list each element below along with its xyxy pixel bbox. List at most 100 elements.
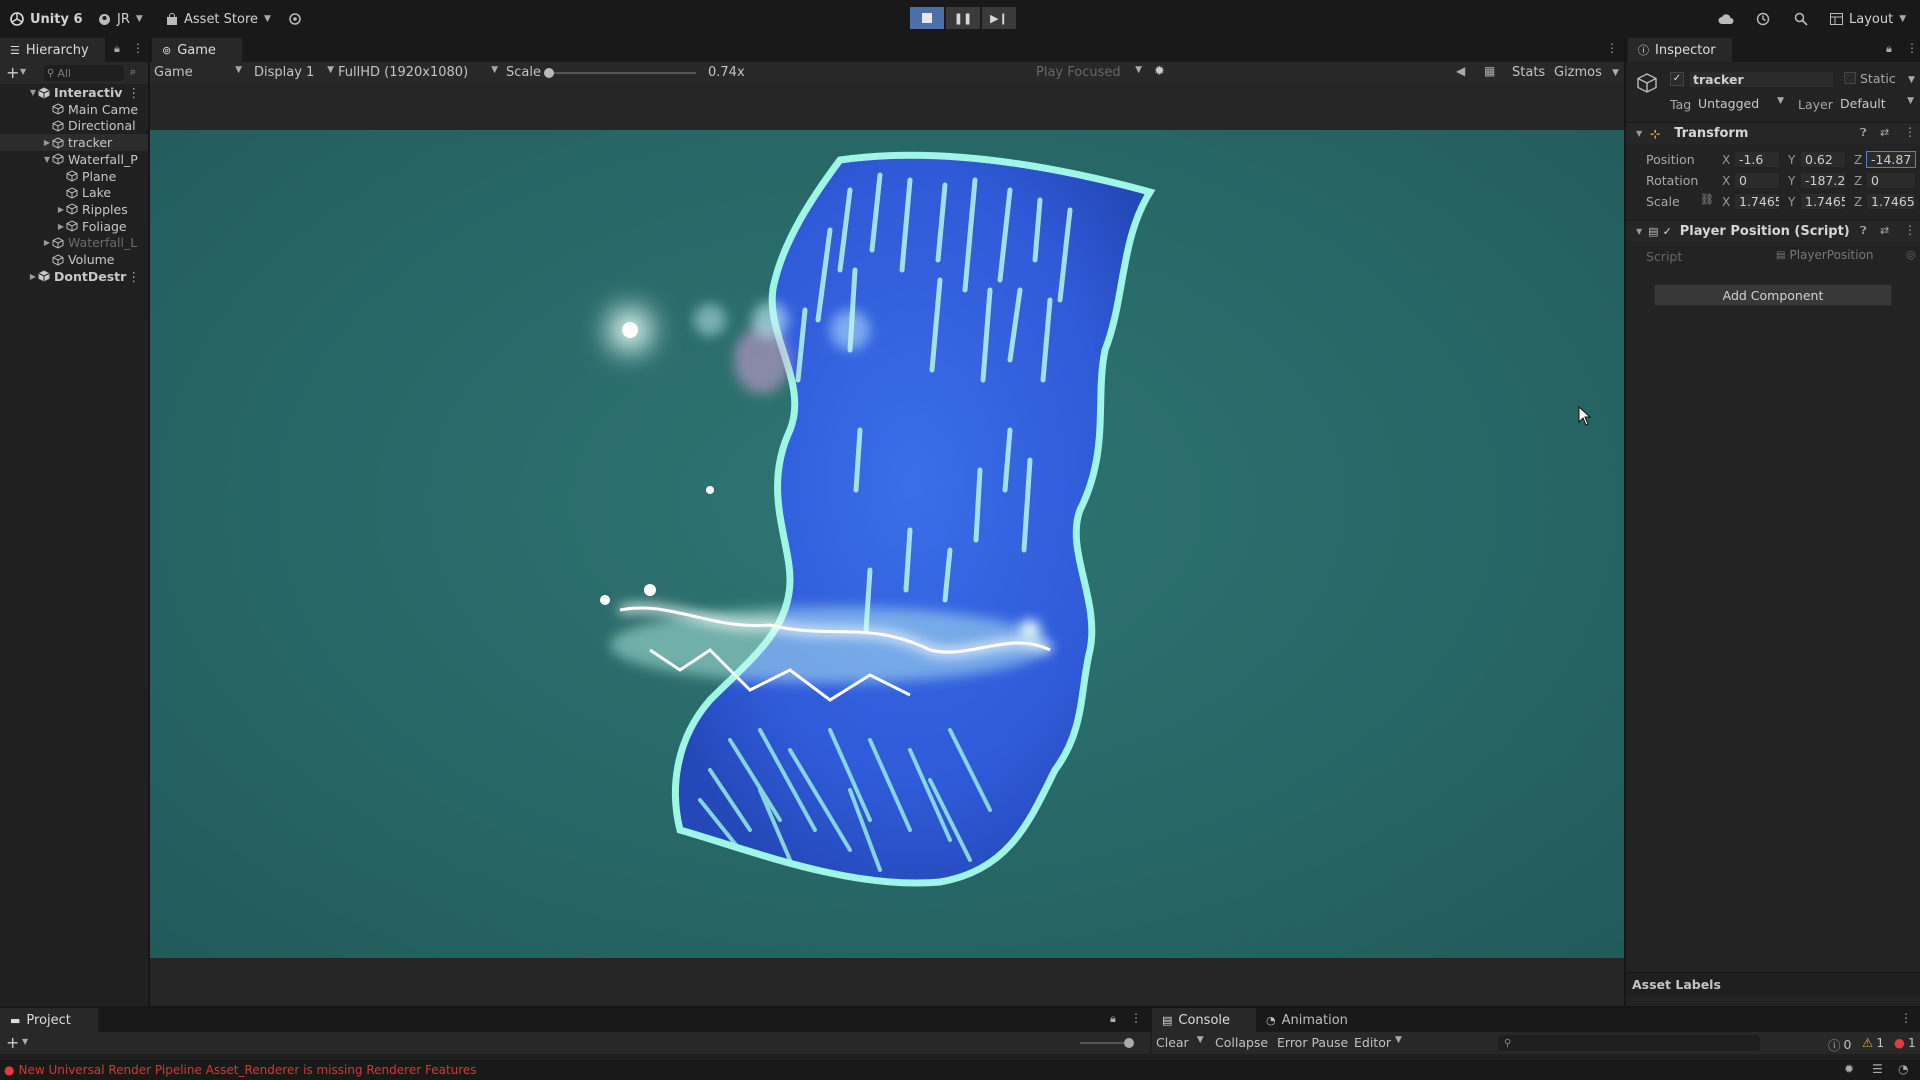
chevron-down-icon[interactable]: ▼ (28, 88, 38, 97)
asset-labels-header[interactable]: Asset Labels (1626, 972, 1920, 996)
hierarchy-item[interactable]: Directional (0, 117, 148, 134)
play-button[interactable] (910, 7, 944, 29)
history-button[interactable] (1756, 9, 1770, 29)
stats-button[interactable]: Stats (1512, 65, 1545, 80)
layout-dropdown[interactable]: Layout ▼ (1830, 9, 1906, 29)
resolution-dropdown[interactable]: FullHD (1920x1080) ▼ (338, 65, 498, 80)
rotation-y-field[interactable]: -187.2 (1800, 172, 1846, 189)
pause-button[interactable]: ❚❚ (946, 7, 980, 29)
hierarchy-item[interactable]: ▶ tracker (0, 134, 148, 152)
game-mode-dropdown[interactable]: Game ▼ (154, 65, 242, 80)
chevron-down-icon[interactable]: ▼ (20, 67, 26, 76)
search-button[interactable] (1794, 9, 1808, 29)
position-z-field[interactable]: -14.87 (1866, 151, 1916, 168)
auto-refresh-icon[interactable]: ◔ (1898, 1062, 1908, 1076)
active-checkbox[interactable]: ✓ (1670, 72, 1684, 86)
chevron-down-icon[interactable]: ▼ (1908, 75, 1915, 85)
progress-icon[interactable]: ☰ (1872, 1062, 1883, 1076)
chevron-right-icon[interactable]: ▶ (56, 222, 66, 231)
hierarchy-item[interactable]: ▼ Waterfall_P (0, 151, 148, 168)
help-icon[interactable]: ❓︎ (1860, 126, 1867, 140)
display-dropdown[interactable]: Display 1 ▼ (254, 65, 334, 80)
tab-game[interactable]: ⊚ Game (152, 38, 242, 62)
hierarchy-item[interactable]: Lake (0, 184, 148, 201)
lock-icon[interactable]: 🔒︎ (1110, 1012, 1116, 1026)
add-component-button[interactable]: Add Component (1654, 284, 1892, 306)
layer-dropdown[interactable]: Default ▼ (1840, 96, 1914, 111)
more-options-icon[interactable]: ⋮ (1606, 41, 1618, 55)
player-position-header[interactable]: ▼ ▤ ✓ Player Position (Script) ❓︎ ⇄ ⋮ (1626, 220, 1920, 242)
hierarchy-item[interactable]: Plane (0, 168, 148, 185)
status-message[interactable]: New Universal Render Pipeline Asset_Rend… (18, 1063, 476, 1077)
icon-size-slider-handle[interactable] (1124, 1038, 1134, 1048)
more-options-icon[interactable]: ⋮ (128, 85, 141, 100)
chevron-right-icon[interactable]: ▶ (42, 138, 52, 147)
tab-project[interactable]: ▬ Project (0, 1008, 98, 1032)
more-options-icon[interactable]: ⋮ (128, 269, 141, 284)
chevron-down-icon[interactable]: ▼ (1612, 68, 1619, 78)
more-options-icon[interactable]: ⋮ (1906, 41, 1918, 55)
hierarchy-item[interactable]: ▶ Foliage (0, 218, 148, 235)
tab-hierarchy[interactable]: ☰ Hierarchy (0, 38, 105, 62)
icon-size-slider[interactable] (1080, 1038, 1134, 1048)
services-button[interactable] (288, 9, 302, 29)
hierarchy-item[interactable]: ▶ Waterfall_L (0, 234, 148, 251)
cloud-button[interactable] (1718, 9, 1734, 29)
hierarchy-item[interactable]: Main Came (0, 101, 148, 118)
more-options-icon[interactable]: ⋮ (1904, 125, 1916, 139)
preset-icon[interactable]: ⇄ (1880, 126, 1889, 139)
hierarchy-item[interactable]: Volume (0, 251, 148, 268)
position-y-field[interactable]: 0.62 (1800, 151, 1846, 168)
more-options-icon[interactable]: ⋮ (1130, 1011, 1142, 1025)
grid-icon[interactable]: ▦ (1484, 64, 1495, 78)
chevron-down-icon[interactable]: ▼ (22, 1037, 28, 1046)
rotation-z-field[interactable]: 0 (1866, 172, 1916, 189)
hierarchy-item[interactable]: ▼ Interactiv ⋮ (0, 84, 148, 101)
chevron-right-icon[interactable]: ▶ (56, 205, 66, 214)
scale-x-field[interactable]: 1.7465 (1734, 193, 1780, 210)
unity-menu[interactable]: Unity 6 (10, 9, 83, 29)
step-button[interactable]: ▶❙ (982, 7, 1016, 29)
bug-icon[interactable]: ✹ (1154, 64, 1165, 79)
preset-icon[interactable]: ⇄ (1880, 224, 1889, 237)
collapse-button[interactable]: Collapse (1215, 1035, 1268, 1050)
chevron-down-icon[interactable]: ▼ (42, 155, 52, 164)
account-dropdown[interactable]: JR ▼ (98, 9, 143, 29)
component-enabled-checkbox[interactable]: ✓ (1663, 225, 1672, 238)
audio-mute-icon[interactable]: ◀ (1456, 64, 1465, 78)
clear-dropdown[interactable]: Clear ▼ (1156, 1035, 1204, 1050)
error-pause-button[interactable]: Error Pause (1277, 1035, 1348, 1050)
asset-store-dropdown[interactable]: Asset Store ▼ (166, 9, 271, 29)
lock-icon[interactable]: 🔒︎ (1886, 42, 1892, 56)
hierarchy-item[interactable]: ▶ Ripples (0, 201, 148, 218)
bug-icon[interactable]: ✹ (1844, 1062, 1854, 1076)
gizmos-button[interactable]: Gizmos (1554, 65, 1602, 80)
tag-dropdown[interactable]: Untagged ▼ (1698, 96, 1784, 111)
more-options-icon[interactable]: ⋮ (1904, 223, 1916, 237)
game-viewport[interactable] (150, 130, 1624, 958)
editor-dropdown[interactable]: Editor ▼ (1354, 1035, 1402, 1050)
hierarchy-search[interactable]: ⚲ All (44, 65, 124, 81)
chevron-right-icon[interactable]: ▶ (28, 272, 38, 281)
position-x-field[interactable]: -1.6 (1734, 151, 1780, 168)
transform-header[interactable]: ▼ ⊹ Transform ❓︎ ⇄ ⋮ (1626, 122, 1920, 144)
play-focused-dropdown[interactable]: Play Focused ▼ (1036, 65, 1142, 80)
scale-z-field[interactable]: 1.7465 (1866, 193, 1916, 210)
more-options-icon[interactable]: ⋮ (132, 41, 144, 55)
tab-animation[interactable]: ◔ Animation (1256, 1008, 1366, 1032)
tab-inspector[interactable]: ⓘ Inspector (1628, 38, 1732, 62)
static-checkbox[interactable] (1844, 72, 1856, 84)
lock-icon[interactable]: 🔒︎ (114, 42, 120, 56)
warning-filter-toggle[interactable]: ⚠ 1 (1862, 1035, 1884, 1050)
object-name-field[interactable]: tracker (1688, 71, 1834, 88)
rotation-x-field[interactable]: 0 (1734, 172, 1780, 189)
chevron-right-icon[interactable]: ▶ (42, 238, 52, 247)
console-search-input[interactable]: ⚲ (1498, 1035, 1760, 1051)
filter-icon[interactable]: ⌕ (130, 65, 136, 79)
error-filter-toggle[interactable]: ● 1 (1894, 1035, 1916, 1050)
help-icon[interactable]: ❓︎ (1860, 224, 1867, 238)
scale-y-field[interactable]: 1.7465 (1800, 193, 1846, 210)
add-icon[interactable]: + (6, 1033, 19, 1052)
add-icon[interactable]: + (6, 63, 19, 82)
more-options-icon[interactable]: ⋮ (1900, 1011, 1912, 1025)
